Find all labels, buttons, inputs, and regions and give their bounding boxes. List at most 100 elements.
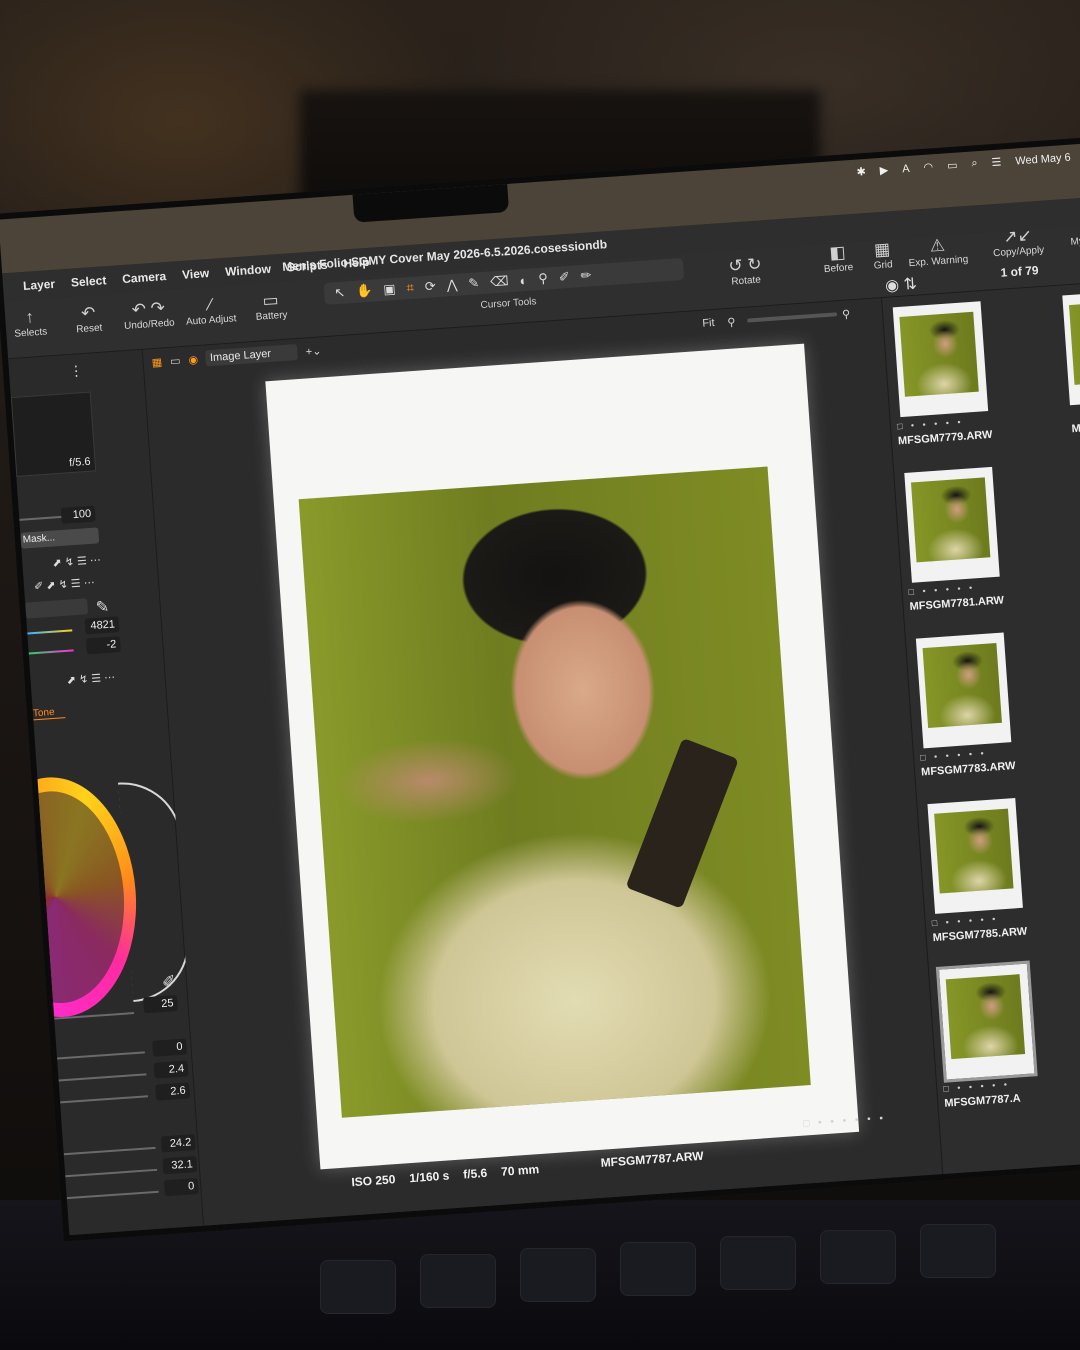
thumbnail-filename: MFSGM7783.ARW (920, 759, 1016, 779)
layout-grid-icon[interactable]: ▦ (151, 355, 162, 369)
control-center-icon[interactable]: ☰ (991, 155, 1002, 169)
tint-slider[interactable] (28, 649, 74, 655)
laptop-screen: ✱ ▶ A ◠ ▭ ⌕ ☰ Wed May 6 Layer Select Cam… (0, 135, 1080, 1242)
battery-button[interactable]: ▭ Battery (254, 290, 287, 323)
adj-value-1[interactable]: 0 (152, 1038, 188, 1057)
reset-button[interactable]: ↶ Reset (75, 303, 103, 335)
picker-tool-icon[interactable]: ⚲ (538, 270, 549, 287)
adj-value-2[interactable]: 2.4 (153, 1060, 189, 1079)
thumbnail-image (945, 974, 1026, 1060)
tab-tone[interactable]: Tone (32, 706, 66, 721)
portrait-photo[interactable] (298, 466, 811, 1118)
wb-mode-select[interactable] (25, 598, 89, 619)
add-layer-icon[interactable]: +⌄ (305, 344, 321, 358)
grid-button[interactable]: ▦ Grid (872, 239, 893, 271)
thumbnail-image (1068, 301, 1080, 385)
rotate-button[interactable]: ↺ ↻ Rotate (728, 254, 763, 287)
search-icon[interactable]: ⌕ (971, 157, 978, 170)
tone-tools-icons[interactable]: ⬈ ↯ ☰ ⋯ (66, 671, 115, 687)
undo-redo-icon: ↶ ↷ (131, 298, 166, 320)
mask-view-icon[interactable]: ◉ (188, 352, 198, 366)
opacity-value[interactable]: 100 (60, 505, 96, 524)
thumbnail-image (899, 311, 979, 397)
battery-icon[interactable]: ▭ (947, 159, 958, 173)
exif-info: ISO 250 1/160 s f/5.6 70 mm (351, 1162, 540, 1189)
adj-slider-6[interactable] (66, 1190, 159, 1200)
pointer-tool-icon[interactable]: ↖ (334, 285, 346, 302)
thumbnail-rating[interactable]: □ • • • • • (920, 748, 987, 763)
auto-adjust-button[interactable]: ⁄ Auto Adjust (184, 293, 237, 328)
mask-dropdown[interactable]: Mask... (20, 527, 100, 549)
adj-slider-4[interactable] (63, 1146, 156, 1156)
adj-value-4[interactable]: 24.2 (160, 1134, 196, 1153)
eraser-tool-icon[interactable]: ⌫ (490, 273, 509, 290)
crop-tool-icon[interactable]: ⌗ (406, 280, 414, 296)
copy-apply-icon: ↗↙ (1002, 225, 1033, 247)
saturation-value[interactable]: 25 (143, 995, 179, 1014)
tint-value[interactable]: -2 (85, 636, 121, 655)
hand-tool-icon[interactable]: ✋ (356, 283, 373, 300)
menu-window[interactable]: Window (225, 262, 272, 279)
image-viewer: ▦ ▭ ◉ Image Layer +⌄ Fit ⚲ ⚲ □ • • • • •… (142, 298, 944, 1238)
zoom-tool-icon[interactable]: ▣ (383, 281, 396, 298)
adj-slider-2[interactable] (58, 1073, 147, 1082)
thumbnail-rating[interactable]: □ • • • • • (897, 417, 964, 432)
adj-slider-1[interactable] (56, 1051, 145, 1060)
adj-slider-3[interactable] (60, 1095, 148, 1104)
rotate-tool-icon[interactable]: ⟳ (424, 278, 436, 295)
menu-camera[interactable]: Camera (122, 269, 167, 286)
layer-select[interactable]: Image Layer (205, 344, 299, 367)
brush-tool-icon[interactable]: ✎ (468, 275, 480, 292)
status-items: ✱ ▶ A ◠ ▭ ⌕ ☰ Wed May 6 (856, 151, 1071, 179)
thumbnail-partial[interactable] (1062, 291, 1080, 406)
before-button[interactable]: ◧ Before (822, 242, 854, 276)
menu-select[interactable]: Select (71, 273, 107, 289)
visibility-icon[interactable]: ◉ ⇅ (884, 274, 918, 296)
zoom-icon[interactable]: ⚲ (727, 315, 736, 329)
copy-apply-button[interactable]: ↗↙ Copy/Apply (991, 225, 1045, 260)
thumbnail-filename: MFSGM7785.ARW (932, 925, 1028, 945)
annotate-tool-icon[interactable]: ✏ (580, 267, 592, 284)
thumbnail-image (934, 808, 1014, 894)
kelvin-value[interactable]: 4821 (84, 616, 120, 635)
zoom-slider[interactable] (747, 312, 838, 323)
thumbnail[interactable] (927, 798, 1023, 914)
color-picker-icon[interactable]: ✐ (161, 971, 176, 992)
thumbnail-selected[interactable] (935, 960, 1038, 1083)
exposure-warning-button[interactable]: ⚠ Exp. Warning (907, 234, 968, 270)
input-source-icon[interactable]: A (902, 162, 910, 174)
eyedropper-icon[interactable]: ✎ (95, 597, 110, 618)
wifi-icon[interactable]: ◠ (923, 160, 933, 174)
wb-tools-icons[interactable]: ✐ ⬈ ↯ ☰ ⋯ (34, 576, 95, 593)
menu-layer[interactable]: Layer (23, 277, 56, 293)
thumbnail[interactable] (904, 466, 1000, 583)
warning-icon: ⚠ (929, 235, 946, 256)
bluetooth-icon[interactable]: ✱ (856, 165, 866, 179)
gradient-tool-icon[interactable]: ◐ (519, 272, 528, 288)
kelvin-slider[interactable] (27, 629, 73, 635)
panel-more-icon[interactable]: ⋮ (69, 362, 84, 380)
wb-picker-icon[interactable]: ✐ (558, 269, 570, 286)
adj-value-3[interactable]: 2.6 (155, 1082, 191, 1101)
jacket-collar (625, 737, 739, 909)
thumbnail[interactable] (892, 301, 989, 418)
my-button[interactable]: My (1070, 236, 1080, 248)
selects-button[interactable]: ↑ Selects (13, 307, 48, 339)
adj-value-5[interactable]: 32.1 (162, 1156, 198, 1175)
rotate-icon: ↺ ↻ (727, 254, 763, 276)
thumbnail-rating[interactable]: □ • • • • • (931, 914, 998, 929)
thumbnail-rating[interactable]: □ • • • • • (908, 582, 975, 597)
adj-slider-5[interactable] (65, 1168, 158, 1178)
single-view-icon[interactable]: ▭ (170, 354, 181, 368)
layer-tools-icons[interactable]: ⬈ ↯ ☰ ⋯ (52, 553, 101, 569)
zoom-in-icon[interactable]: ⚲ (842, 307, 851, 321)
thumbnail-rating[interactable]: □ • • • • • (943, 1079, 1010, 1094)
adj-value-6[interactable]: 0 (163, 1177, 199, 1197)
magic-wand-icon: ⁄ (208, 294, 213, 315)
undo-redo-button[interactable]: ↶ ↷ Undo/Redo (122, 298, 175, 332)
play-icon[interactable]: ▶ (879, 163, 888, 177)
clock[interactable]: Wed May 6 (1015, 151, 1071, 167)
menu-view[interactable]: View (182, 266, 210, 282)
keystone-tool-icon[interactable]: ⋀ (446, 277, 458, 294)
thumbnail[interactable] (915, 632, 1012, 749)
